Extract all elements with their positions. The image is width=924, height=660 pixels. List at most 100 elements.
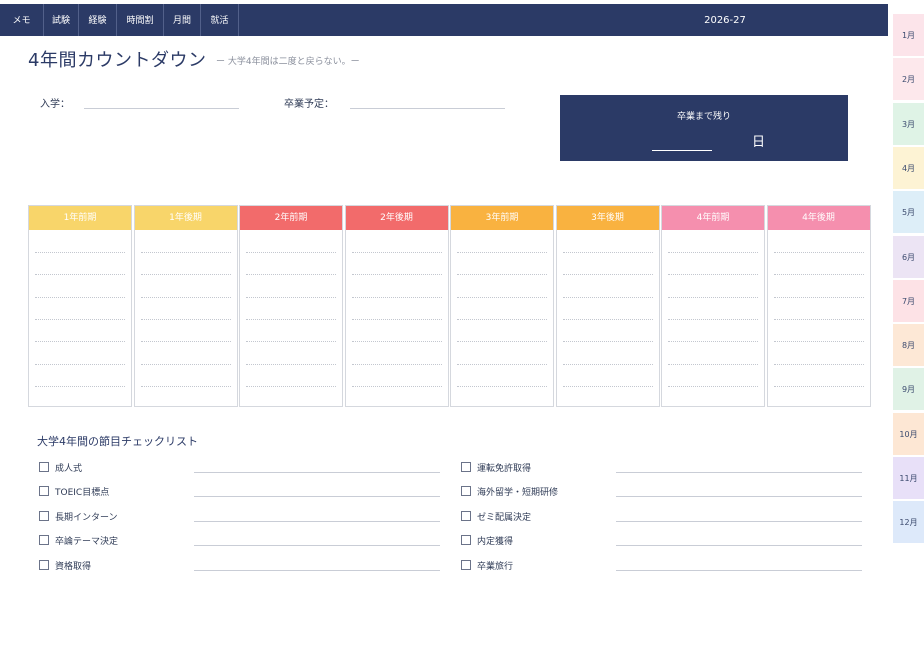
dotted-line [773, 252, 864, 253]
checklist-note-field[interactable] [194, 569, 440, 571]
dotted-line [140, 363, 231, 365]
checklist-note-field[interactable] [194, 545, 440, 547]
graduate-label: 卒業予定： [284, 99, 334, 110]
month-tab-4[interactable]: 4月 [893, 146, 924, 189]
dotted-line [457, 318, 547, 320]
semester-column[interactable]: 1年前期 [28, 205, 132, 407]
checklist-note-field[interactable] [616, 496, 862, 498]
checkbox[interactable] [39, 535, 49, 546]
dotted-line [140, 385, 231, 387]
checklist-note-field[interactable] [616, 545, 862, 547]
month-tab-11[interactable]: 11月 [893, 457, 924, 499]
checklist-note-field[interactable] [616, 472, 862, 473]
checklist-note-field[interactable] [616, 520, 862, 522]
dotted-line [562, 274, 653, 276]
checklist-item-label: 長期インターン [55, 512, 118, 523]
month-tab-7[interactable]: 7月 [893, 279, 924, 322]
dotted-line [457, 341, 547, 343]
semester-header: 2年後期 [345, 206, 448, 230]
checklist-item-label: 資格取得 [55, 561, 92, 572]
month-tab-6[interactable]: 6月 [893, 235, 924, 278]
dotted-line [457, 296, 547, 298]
month-tab-1[interactable]: 1月 [893, 14, 924, 56]
dotted-line [35, 252, 125, 253]
dotted-line [457, 252, 547, 253]
month-tab-3[interactable]: 3月 [893, 102, 924, 145]
dotted-line [246, 318, 336, 320]
checklist-item-label: TOEIC目標点 [55, 488, 110, 499]
dotted-line [246, 296, 336, 298]
tab-job-hunting[interactable]: 就活 [201, 4, 239, 36]
dotted-line [668, 252, 758, 253]
checkbox[interactable] [39, 462, 49, 472]
semester-column[interactable]: 3年前期 [450, 205, 554, 407]
checkbox[interactable] [461, 559, 471, 570]
month-tab-5[interactable]: 5月 [893, 191, 924, 234]
month-tab-2[interactable]: 2月 [893, 58, 924, 101]
month-tab-8[interactable]: 8月 [893, 324, 924, 367]
dotted-line [562, 318, 653, 320]
month-tab-9[interactable]: 9月 [893, 368, 924, 411]
month-tab-12[interactable]: 12月 [893, 501, 924, 544]
checklist-item-label: 成人式 [55, 464, 83, 474]
semester-grid: 1年前期 1年後期 2年前期 2年後期 3年前期 3年後期 4年前期 4年後期 [28, 205, 871, 407]
dotted-line [351, 296, 442, 298]
dotted-line [140, 274, 231, 276]
semester-header: 3年後期 [556, 206, 659, 230]
dotted-line [668, 318, 758, 320]
checkbox[interactable] [39, 559, 49, 570]
checkbox[interactable] [461, 535, 471, 546]
enroll-date-field[interactable] [84, 108, 239, 109]
dotted-line [140, 341, 231, 343]
dotted-line [668, 385, 758, 387]
checklist-item-label: 卒論テーマ決定 [55, 537, 119, 548]
tab-monthly[interactable]: 月間 [164, 4, 201, 36]
semester-column[interactable]: 2年前期 [239, 205, 343, 407]
dotted-line [668, 296, 758, 298]
checklist-note-field[interactable] [616, 569, 862, 571]
tab-exam[interactable]: 試験 [44, 4, 79, 36]
semester-header: 1年前期 [29, 206, 131, 230]
dotted-line [140, 252, 231, 253]
dotted-line [351, 341, 442, 343]
countdown-label: 卒業まで残り [676, 112, 731, 122]
checkbox[interactable] [39, 510, 49, 521]
checklist-item-label: 卒業旅行 [477, 561, 514, 572]
checklist-item-label: 内定獲得 [477, 537, 514, 548]
checkbox[interactable] [39, 486, 49, 497]
dotted-line [773, 341, 864, 343]
semester-column[interactable]: 1年後期 [133, 205, 238, 407]
checkbox[interactable] [461, 510, 471, 521]
tab-timetable[interactable]: 時間割 [117, 4, 164, 36]
top-nav-bar: メモ 試験 経験 時間割 月間 就活 2026-27 [0, 4, 888, 36]
checklist-note-field[interactable] [194, 496, 440, 498]
semester-column[interactable]: 3年後期 [555, 205, 660, 407]
dotted-line [457, 274, 547, 276]
graduate-date-field[interactable] [350, 108, 505, 109]
dotted-line [35, 318, 125, 320]
tab-memo[interactable]: メモ [0, 4, 44, 36]
dotted-line [35, 363, 125, 365]
countdown-days-field[interactable] [652, 150, 712, 151]
checkbox[interactable] [461, 462, 471, 472]
dotted-line [562, 252, 653, 253]
semester-header: 4年前期 [662, 206, 764, 230]
semester-column[interactable]: 4年後期 [766, 205, 871, 407]
tab-experience[interactable]: 経験 [79, 4, 117, 36]
checklist-note-field[interactable] [194, 472, 440, 473]
countdown-unit: 日 [752, 135, 766, 150]
dotted-line [246, 363, 336, 365]
semester-column[interactable]: 2年後期 [344, 205, 449, 407]
semester-column[interactable]: 4年前期 [661, 205, 765, 407]
month-tab-10[interactable]: 10月 [893, 412, 924, 455]
dotted-line [562, 296, 653, 298]
dotted-line [773, 318, 864, 320]
dotted-line [773, 274, 864, 276]
semester-header: 4年後期 [767, 206, 870, 230]
countdown-box: 卒業まで残り 日 [560, 95, 848, 161]
checklist-note-field[interactable] [194, 520, 440, 522]
dotted-line [140, 318, 231, 320]
dotted-line [773, 363, 864, 365]
dotted-line [562, 385, 653, 387]
checkbox[interactable] [461, 486, 471, 497]
